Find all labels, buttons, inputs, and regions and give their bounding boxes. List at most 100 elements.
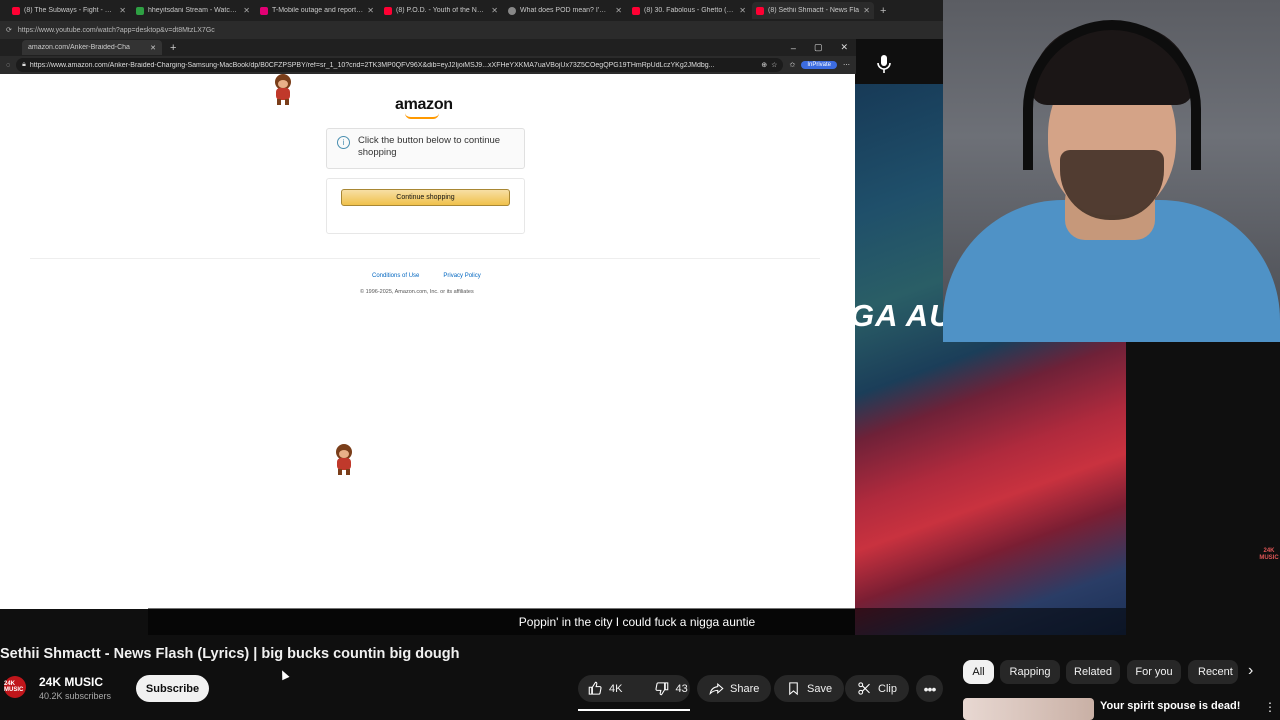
inner-url-text: https://www.amazon.com/Anker-Braided-Cha… <box>29 61 715 69</box>
outer-tab-label: (8) P.O.D. - Youth of the Nation (O <box>396 7 487 14</box>
dislike-count: 43 <box>675 682 688 695</box>
outer-tab-4[interactable]: What does POD mean? I'm talking ✕ <box>504 2 626 19</box>
privacy-policy-link[interactable]: Privacy Policy <box>443 273 480 279</box>
refresh-icon[interactable]: ⟳ <box>6 26 12 34</box>
save-label: Save <box>807 682 833 695</box>
more-vertical-icon[interactable]: ⋮ <box>1264 700 1276 714</box>
close-icon[interactable]: ✕ <box>243 6 250 15</box>
close-icon[interactable]: ✕ <box>150 44 156 52</box>
maximize-icon[interactable]: ▢ <box>814 42 823 53</box>
monkey-sticker-icon <box>336 444 352 475</box>
thumbs-up-icon <box>588 681 602 695</box>
outer-tab-1[interactable]: hheyitsdani Stream - Watch Live ✕ <box>132 2 254 19</box>
thumbs-down-icon <box>655 682 669 696</box>
conditions-of-use-link[interactable]: Conditions of Use <box>372 273 419 279</box>
share-arrow-icon <box>709 682 724 696</box>
mouse-cursor-icon <box>278 668 290 681</box>
clip-label: Clip <box>878 682 897 695</box>
dislike-button[interactable]: 43 <box>644 675 697 702</box>
monkey-sticker-icon <box>275 74 291 105</box>
bookmark-icon <box>789 682 798 696</box>
more-horizontal-icon: ••• <box>923 680 937 697</box>
close-icon[interactable]: ✕ <box>863 6 870 15</box>
like-count: 4K <box>609 682 623 695</box>
share-button[interactable]: Share <box>697 675 772 702</box>
save-button[interactable]: Save <box>774 675 845 702</box>
info-message-box: i Click the button below to continue sho… <box>326 128 525 169</box>
outer-tab-2[interactable]: T-Mobile outage and reported pr ✕ <box>256 2 378 19</box>
collections-icon[interactable]: ✩ <box>789 61 795 69</box>
more-actions-button[interactable]: ••• <box>916 675 943 702</box>
window-controls: – ▢ ✕ <box>791 39 848 56</box>
youtube-favicon-icon <box>632 6 640 15</box>
youtube-favicon-icon <box>384 6 392 15</box>
new-tab-plus-icon[interactable]: + <box>170 42 176 54</box>
chip-rapping[interactable]: Rapping <box>1000 660 1060 684</box>
outer-tab-label: hheyitsdani Stream - Watch Live <box>148 7 240 14</box>
video-title: Sethii Shmactt - News Flash (Lyrics) | b… <box>0 646 460 662</box>
youtube-favicon-icon <box>12 6 20 15</box>
close-icon[interactable]: ✕ <box>367 6 374 15</box>
menu-dots-icon[interactable]: ⋯ <box>843 61 850 69</box>
chip-all[interactable]: All <box>963 660 994 684</box>
close-icon[interactable]: ✕ <box>739 6 746 15</box>
subscriber-count: 40.2K subscribers <box>39 691 112 701</box>
channel-avatar[interactable]: 24K MUSIC <box>4 676 26 698</box>
microphone-icon[interactable] <box>876 54 892 74</box>
lock-icon: 🔒︎ <box>22 61 26 68</box>
inner-tab-amazon[interactable]: amazon.com/Anker-Braided-Cha ✕ <box>22 40 162 55</box>
outer-address-bar[interactable]: ⟳ https://www.youtube.com/watch?app=desk… <box>0 21 943 39</box>
close-icon[interactable]: ✕ <box>615 6 622 15</box>
tmobile-favicon-icon <box>260 6 268 15</box>
webcam-overlay <box>943 0 1280 342</box>
outer-tab-0[interactable]: (8) The Subways - Fight - Official✕ <box>8 2 130 19</box>
footer-links: Conditions of Use Privacy Policy <box>372 273 481 279</box>
loading-spinner-icon: ◌ <box>6 61 11 69</box>
chevron-right-icon[interactable]: › <box>1248 662 1253 680</box>
zoom-icon[interactable]: ⊕ <box>761 61 767 69</box>
info-icon: i <box>337 136 350 149</box>
outer-tab-6[interactable]: (8) Sethii Shmactt - News Fla ✕ <box>752 2 874 19</box>
inner-tab-label: amazon.com/Anker-Braided-Cha <box>28 44 130 51</box>
outer-tab-label: (8) The Subways - Fight - Official <box>24 7 116 14</box>
inner-address-row: ◌ 🔒︎ https://www.amazon.com/Anker-Braide… <box>0 56 856 74</box>
minimize-icon[interactable]: – <box>791 43 796 53</box>
close-icon[interactable]: ✕ <box>491 6 498 15</box>
inner-tab-bar: amazon.com/Anker-Braided-Cha ✕ + – ▢ ✕ <box>0 39 856 56</box>
inprivate-badge[interactable]: InPrivate <box>801 61 837 69</box>
recommendation-title[interactable]: Your spirit spouse is dead! <box>1100 700 1240 712</box>
outer-tab-label: T-Mobile outage and reported pr <box>272 7 364 14</box>
info-message: Click the button below to continue shopp… <box>358 135 501 158</box>
chip-related[interactable]: Related <box>1066 660 1120 684</box>
close-window-icon[interactable]: ✕ <box>840 42 848 53</box>
continue-shopping-button[interactable]: Continue shopping <box>341 189 510 206</box>
close-icon[interactable]: ✕ <box>119 6 126 15</box>
inner-url-field[interactable]: 🔒︎ https://www.amazon.com/Anker-Braided-… <box>16 58 784 72</box>
like-button[interactable]: 4K <box>578 675 632 702</box>
clip-button[interactable]: Clip <box>845 675 909 702</box>
chip-for-you[interactable]: For you <box>1127 660 1181 684</box>
outer-url-text: https://www.youtube.com/watch?app=deskto… <box>17 26 215 34</box>
favorite-star-icon[interactable]: ☆ <box>771 61 777 69</box>
amazon-smile-logo-icon <box>405 113 439 119</box>
google-favicon-icon <box>508 6 516 15</box>
channel-name[interactable]: 24K MUSIC <box>39 675 103 689</box>
like-dislike-group: 4K 43 <box>578 675 690 702</box>
amazon-logo[interactable]: amazon <box>395 96 453 114</box>
footer-divider <box>30 258 820 259</box>
outer-tab-strip: (8) The Subways - Fight - Official✕ hhey… <box>0 0 943 21</box>
youtube-favicon-icon <box>756 6 764 15</box>
outer-tab-5[interactable]: (8) 30. Fabolous - Ghetto (Feat. Th ✕ <box>628 2 750 19</box>
outer-tab-3[interactable]: (8) P.O.D. - Youth of the Nation (O ✕ <box>380 2 502 19</box>
subscribe-button[interactable]: Subscribe <box>136 675 209 702</box>
copyright-text: © 1996-2025, Amazon.com, Inc. or its aff… <box>360 289 474 295</box>
chip-recent[interactable]: Recent <box>1188 660 1238 684</box>
scissors-icon <box>858 682 870 695</box>
recommendation-thumbnail[interactable] <box>963 698 1094 720</box>
new-tab-plus-icon[interactable]: + <box>880 5 886 17</box>
share-label: Share <box>730 682 760 695</box>
outer-tab-label: What does POD mean? I'm talking <box>520 7 611 14</box>
video-caption: Poppin' in the city I could fuck a nigga… <box>148 608 1126 635</box>
kick-favicon-icon <box>136 6 144 15</box>
video-side-area <box>1126 342 1280 635</box>
